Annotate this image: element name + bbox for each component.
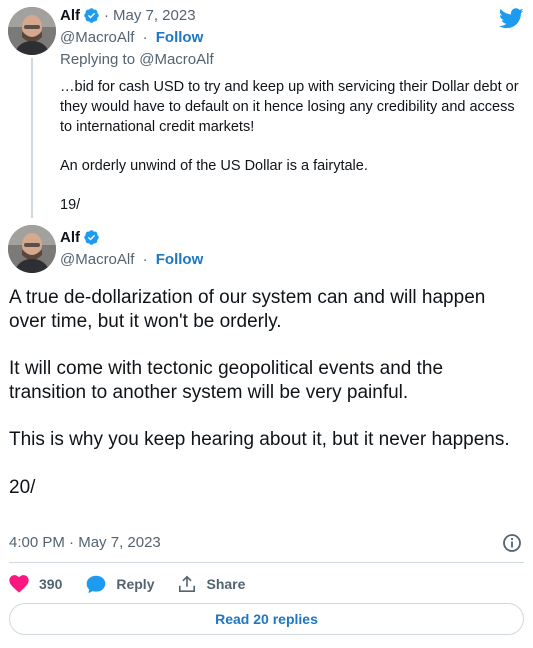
separator-dot: · xyxy=(142,251,148,268)
avatar[interactable] xyxy=(8,225,56,273)
tweet-timestamp[interactable]: 4:00 PM · May 7, 2023 xyxy=(9,534,161,551)
avatar[interactable] xyxy=(8,7,56,55)
tweet2-paragraph: 20/ xyxy=(9,476,36,498)
read-replies-button[interactable]: Read 20 replies xyxy=(9,603,524,635)
divider xyxy=(9,562,524,563)
avatar-photo xyxy=(8,225,56,273)
tweet1-handle-row: @MacroAlf · Follow xyxy=(60,29,203,46)
replying-to: Replying to @MacroAlf xyxy=(60,51,214,68)
tweet2-handle-row: @MacroAlf · Follow xyxy=(60,251,203,268)
reply-button[interactable]: Reply xyxy=(86,575,154,594)
tweet2-paragraph: This is why you keep hearing about it, b… xyxy=(9,429,510,450)
thread-connector-line xyxy=(31,58,33,218)
like-count: 390 xyxy=(39,576,63,592)
tweet2-text: A true de-dollarization of our system ca… xyxy=(9,286,524,523)
action-bar: 390 Reply Share xyxy=(9,573,269,595)
verified-badge-icon xyxy=(84,8,99,23)
info-icon[interactable] xyxy=(502,533,522,553)
separator-dot: · xyxy=(142,29,148,46)
tweet-date: May 7, 2023 xyxy=(78,534,161,551)
share-upload-icon xyxy=(179,575,196,593)
tweet-time: 4:00 PM xyxy=(9,534,65,551)
follow-button[interactable]: Follow xyxy=(156,29,204,46)
tweet-date[interactable]: May 7, 2023 xyxy=(113,7,196,24)
tweet2-paragraph: It will come with tectonic geopolitical … xyxy=(9,358,444,403)
author-handle[interactable]: @MacroAlf xyxy=(60,29,134,46)
tweet1-paragraph: …bid for cash USD to try and keep up wit… xyxy=(60,79,519,135)
separator-dot: · xyxy=(104,7,109,24)
twitter-bird-icon[interactable] xyxy=(499,8,524,29)
author-name[interactable]: Alf xyxy=(60,229,80,246)
reply-label: Reply xyxy=(116,576,155,592)
separator-dot: · xyxy=(69,534,79,551)
heart-icon xyxy=(9,575,29,593)
reply-bubble-icon xyxy=(87,575,106,593)
replying-prefix: Replying to xyxy=(60,51,136,68)
avatar-photo xyxy=(8,7,56,55)
tweet1-paragraph: 19/ xyxy=(60,197,81,213)
tweet1-header: Alf · May 7, 2023 xyxy=(60,7,196,24)
tweet1-paragraph: An orderly unwind of the US Dollar is a … xyxy=(60,158,368,174)
author-handle[interactable]: @MacroAlf xyxy=(60,251,134,268)
share-button[interactable]: Share xyxy=(178,575,245,593)
author-name[interactable]: Alf xyxy=(60,7,80,24)
verified-badge-icon xyxy=(84,230,99,245)
like-button[interactable]: 390 xyxy=(9,575,62,593)
replying-handle-link[interactable]: @MacroAlf xyxy=(139,51,213,68)
follow-button[interactable]: Follow xyxy=(156,251,204,268)
tweet2-header: Alf xyxy=(60,229,100,246)
tweet1-text: …bid for cash USD to try and keep up wit… xyxy=(60,77,520,234)
share-label: Share xyxy=(206,576,246,592)
tweet2-paragraph: A true de-dollarization of our system ca… xyxy=(9,287,486,332)
